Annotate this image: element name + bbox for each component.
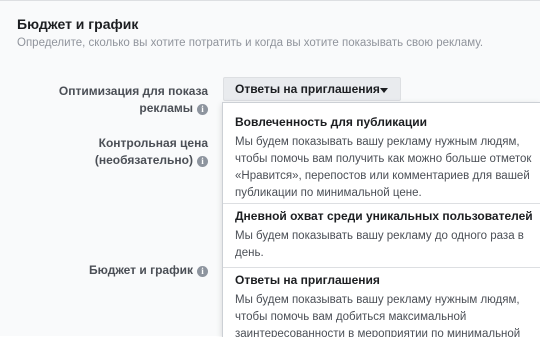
info-icon[interactable]: i: [197, 266, 208, 277]
option-description: Мы будем показывать вашу рекламу до одно…: [235, 228, 535, 262]
budget-label-text: Бюджет и график: [88, 263, 193, 277]
option-description-line: заинтересованности в мероприятии по мини…: [235, 328, 521, 337]
section-title: Бюджет и график: [17, 16, 139, 32]
bid-control-label: Контрольная цена (необязательно) i: [95, 135, 208, 169]
option-description: Мы будем показывать вашу рекламу нужным …: [235, 134, 535, 202]
budget-schedule-panel: Бюджет и график Определите, сколько вы х…: [0, 0, 540, 337]
optimization-dropdown[interactable]: Ответы на приглашения: [223, 77, 401, 101]
option-description-line: Мы будем показывать вашу рекламу до одно…: [235, 230, 524, 242]
optimization-menu: Вовлеченность для публикации Мы будем по…: [222, 102, 540, 337]
optimization-label-line2: рекламы: [139, 101, 193, 115]
option-description-line: «Нравится», перепостов или комментариев …: [235, 170, 530, 182]
option-title: Вовлеченность для публикации: [235, 115, 428, 129]
menu-option-post-engagement[interactable]: Вовлеченность для публикации Мы будем по…: [223, 103, 540, 203]
optimization-label: Оптимизация для показа рекламы i: [59, 83, 208, 117]
option-description-line: чтобы помочь вам добиться максимальной: [235, 311, 467, 323]
menu-option-event-responses[interactable]: Ответы на приглашения Мы будем показыват…: [223, 268, 540, 337]
budget-label: Бюджет и график i: [89, 262, 208, 279]
info-icon[interactable]: i: [197, 104, 208, 115]
option-description-line: Мы будем показывать вашу рекламу нужным …: [235, 294, 520, 306]
info-icon[interactable]: i: [197, 156, 208, 167]
menu-option-daily-unique-reach[interactable]: Дневной охват среди уникальных пользоват…: [223, 204, 540, 267]
option-description-line: Мы будем показывать вашу рекламу нужным …: [235, 136, 520, 148]
option-description-line: публикации по минимальной цене.: [235, 187, 422, 199]
option-description: Мы будем показывать вашу рекламу нужным …: [235, 292, 535, 337]
section-subtitle: Определите, сколько вы хотите потратить …: [17, 37, 484, 49]
optimization-label-line1: Оптимизация для показа: [58, 84, 208, 98]
bid-control-label-line2: (необязательно): [94, 153, 193, 167]
caret-down-icon: [380, 88, 388, 93]
option-title: Дневной охват среди уникальных пользоват…: [235, 209, 533, 223]
dropdown-selected-value: Ответы на приглашения: [235, 82, 380, 96]
option-description-line: день.: [235, 247, 264, 259]
option-description-line: чтобы помочь вам получить как можно боль…: [235, 153, 532, 165]
bid-control-label-line1: Контрольная цена: [98, 136, 208, 150]
option-title: Ответы на приглашения: [235, 273, 380, 287]
